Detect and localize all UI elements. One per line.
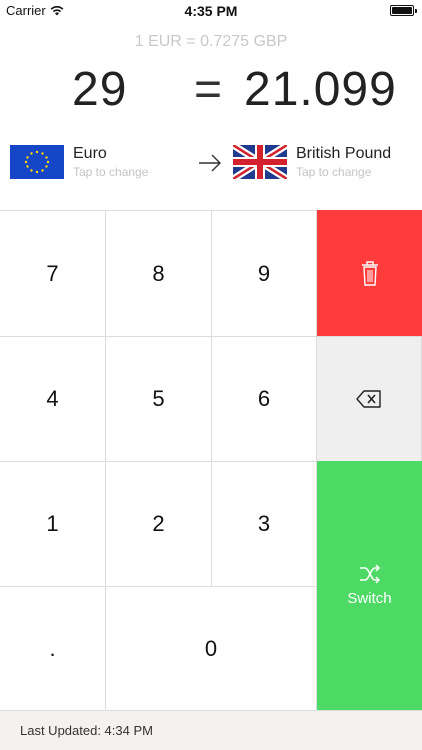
shuffle-icon bbox=[359, 564, 380, 584]
key-9[interactable]: 9 bbox=[212, 210, 317, 336]
currency-to-name: British Pound bbox=[296, 145, 392, 162]
switch-label: Switch bbox=[347, 590, 392, 607]
keypad: 7 8 9 4 5 6 1 2 3 . 0 Switch bbox=[0, 210, 422, 710]
footer: Last Updated: 4:34 PM bbox=[0, 710, 422, 750]
arrow-right-icon bbox=[199, 154, 221, 172]
key-6[interactable]: 6 bbox=[212, 336, 317, 461]
currency-from-hint: Tap to change bbox=[73, 165, 149, 179]
trash-icon bbox=[361, 261, 378, 286]
currency-from-name: Euro bbox=[73, 145, 107, 162]
currency-to-selector[interactable]: British Pound Tap to change bbox=[233, 145, 391, 179]
currency-from-selector[interactable]: Euro Tap to change bbox=[10, 145, 148, 179]
amount-to: 21.099 bbox=[244, 63, 397, 116]
eu-flag-icon bbox=[10, 145, 64, 179]
key-2[interactable]: 2 bbox=[106, 461, 212, 586]
key-5[interactable]: 5 bbox=[106, 336, 212, 461]
exchange-rate-label: 1 EUR = 0.7275 GBP bbox=[134, 33, 288, 50]
key-4[interactable]: 4 bbox=[0, 336, 106, 461]
key-8[interactable]: 8 bbox=[106, 210, 212, 336]
backspace-button[interactable] bbox=[317, 336, 422, 461]
currency-to-hint: Tap to change bbox=[296, 165, 372, 179]
amount-from: 29 bbox=[72, 63, 128, 116]
key-1[interactable]: 1 bbox=[0, 461, 106, 586]
equals-sign: = bbox=[194, 63, 223, 116]
key-0[interactable]: 0 bbox=[106, 586, 317, 710]
uk-flag-icon bbox=[233, 145, 287, 179]
backspace-icon bbox=[356, 390, 381, 408]
key-decimal[interactable]: . bbox=[0, 586, 106, 710]
battery-icon bbox=[390, 5, 417, 16]
key-3[interactable]: 3 bbox=[212, 461, 317, 586]
amount-display: 29 = 21.099 bbox=[0, 62, 422, 126]
status-time: 4:35 PM bbox=[184, 3, 238, 19]
status-bar: Carrier 4:35 PM bbox=[0, 0, 422, 22]
currency-to-text: British Pound Tap to change bbox=[296, 145, 391, 179]
clear-button[interactable] bbox=[317, 210, 422, 336]
currency-from-text: Euro Tap to change bbox=[73, 145, 148, 179]
key-7[interactable]: 7 bbox=[0, 210, 106, 336]
switch-button[interactable]: Switch bbox=[317, 461, 422, 710]
last-updated-label: Last Updated: 4:34 PM bbox=[20, 723, 153, 738]
currency-selector-row: Euro Tap to change British Pound Tap to … bbox=[0, 145, 422, 189]
